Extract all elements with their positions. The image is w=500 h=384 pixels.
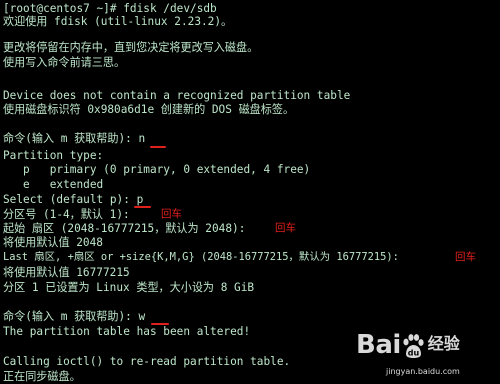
terminal-line: 分区号 (1-4，默认 1): (3, 208, 130, 221)
terminal-line: 更改将停留在内存中，直到您决定将更改写入磁盘。 (3, 41, 259, 54)
terminal-line: Partition type: (3, 149, 104, 162)
terminal-line: 将使用默认值 16777215 (3, 266, 130, 279)
baidu-logo-text: Bai (356, 330, 401, 360)
baidu-watermark: Bai du 经验 (356, 331, 460, 359)
annotation-underline (151, 323, 169, 325)
terminal-line: 将使用默认值 2048 (3, 236, 103, 249)
terminal-line: 命令(输入 m 获取帮助): w (3, 310, 146, 323)
annotation-enter-label: 回车 (455, 251, 476, 263)
terminal-line: Last 扇区, +扇区 or +size{K,M,G} (2048-16777… (3, 251, 399, 263)
terminal-line: 使用写入命令前请三思。 (3, 56, 126, 69)
annotation-enter-label: 回车 (161, 208, 182, 220)
terminal-line: 命令(输入 m 获取帮助): n (3, 132, 146, 145)
terminal-line: e extended (3, 178, 104, 191)
annotation-enter-label: 回车 (275, 222, 296, 234)
baidu-jingyan-text: 经验 (427, 334, 460, 353)
terminal-line: The partition table has been altered! (3, 325, 251, 338)
paw-icon: du (403, 334, 424, 358)
terminal-line: 起始 扇区 (2048-16777215，默认为 2048): (3, 222, 246, 235)
terminal-line: [root@centos7 ~]# fdisk /dev/sdb (3, 2, 217, 15)
terminal-line: 分区 1 已设置为 Linux 类型，大小设为 8 GiB (3, 281, 255, 294)
terminal-window[interactable]: [root@centos7 ~]# fdisk /dev/sdb 欢迎使用 fd… (0, 0, 500, 384)
annotation-underline (134, 206, 151, 208)
terminal-line: Select (default p): p (3, 193, 144, 206)
terminal-line: 正在同步磁盘。 (3, 370, 81, 383)
terminal-line: Calling ioctl() to re-read partition tab… (3, 355, 291, 368)
watermark-url: jingyan.baidu.com (386, 367, 460, 376)
annotation-underline (150, 146, 166, 148)
terminal-line: Device does not contain a recognized par… (3, 89, 351, 102)
terminal-line: p primary (0 primary, 0 extended, 4 free… (3, 163, 311, 176)
terminal-line: 欢迎使用 fdisk (util-linux 2.23.2)。 (3, 15, 233, 28)
terminal-line: 使用磁盘标识符 0x980a6d1e 创建新的 DOS 磁盘标签。 (3, 103, 295, 116)
svg-text:du: du (408, 349, 420, 358)
